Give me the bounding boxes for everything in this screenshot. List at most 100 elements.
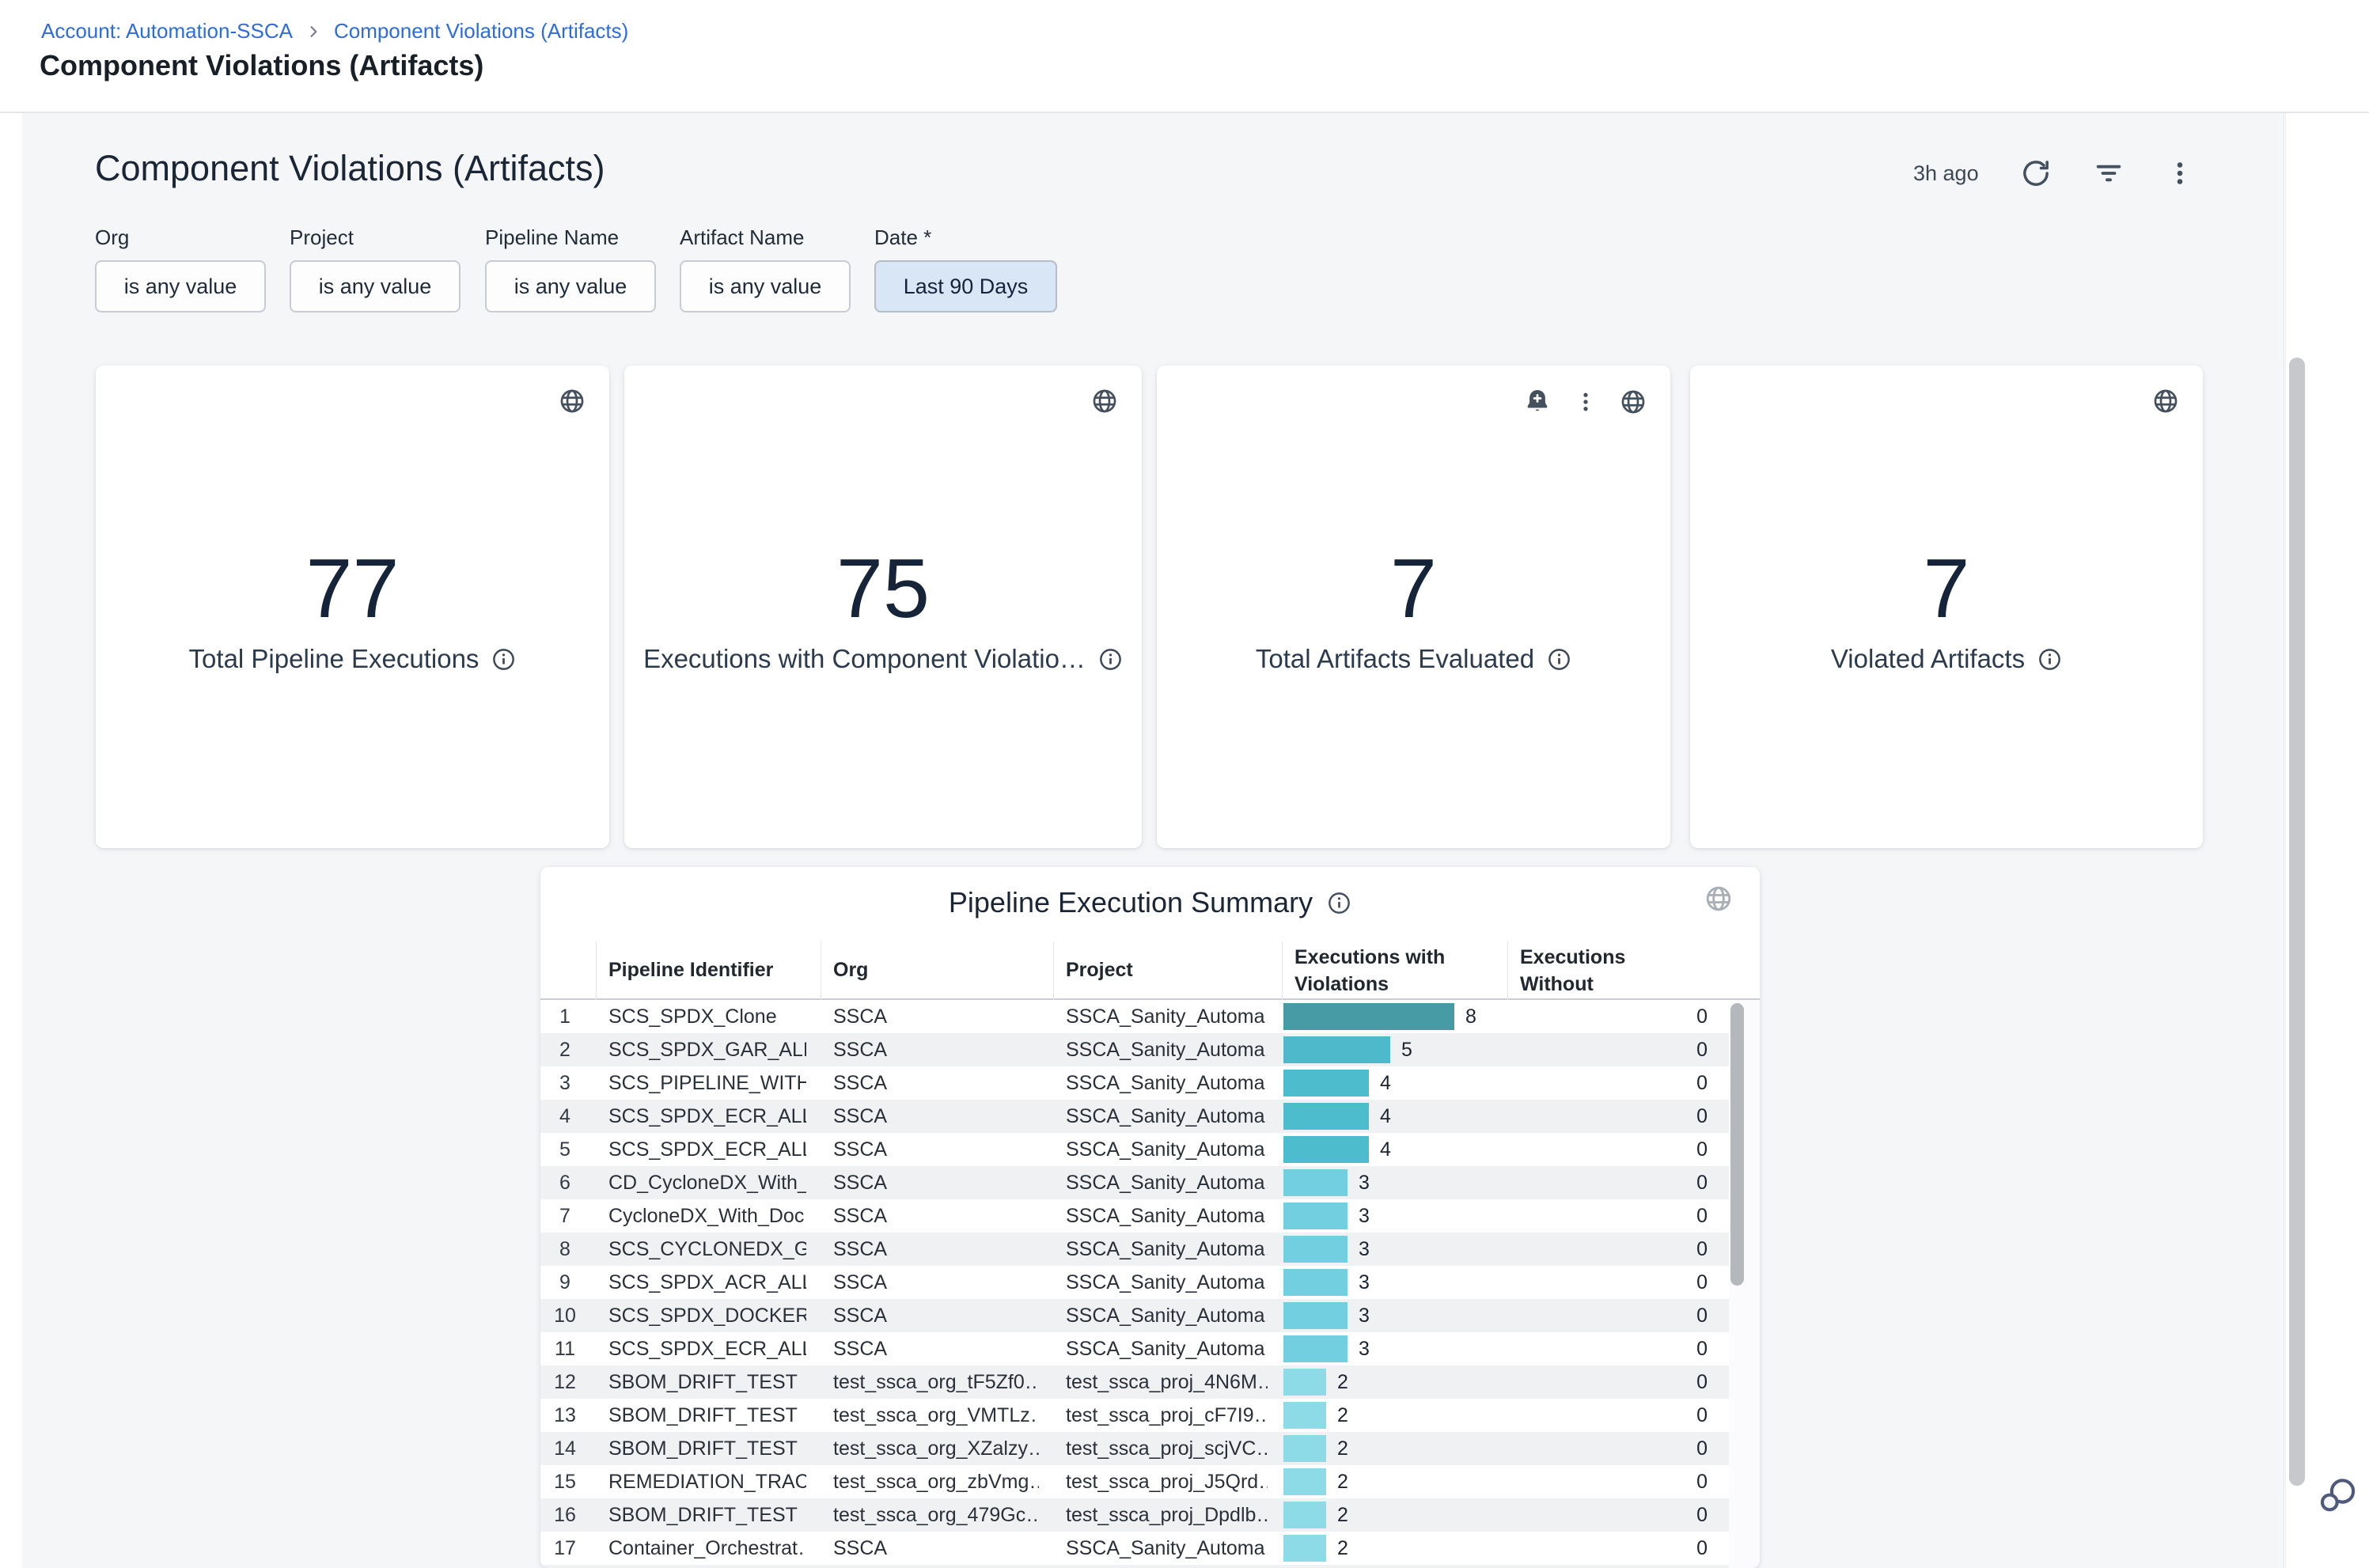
screen: Account: Automation-SSCA Component Viola… <box>0 0 2369 1568</box>
cell-org: test_ssca_org_XZalzy… <box>833 1432 1039 1465</box>
violations-bar <box>1283 1502 1326 1528</box>
table-row[interactable]: 3SCS_PIPELINE_WITH…SSCASSCA_Sanity_Autom… <box>540 1066 1729 1100</box>
breadcrumb: Account: Automation-SSCA Component Viola… <box>41 19 628 44</box>
table-row[interactable]: 6CD_CycloneDX_With_…SSCASSCA_Sanity_Auto… <box>540 1166 1729 1199</box>
violations-bar <box>1283 1435 1326 1462</box>
violations-bar <box>1283 1003 1454 1030</box>
cell-pipeline-identifier: SBOM_DRIFT_TEST <box>608 1432 806 1465</box>
cell-executions-without-violations: 0 <box>1696 1199 1708 1233</box>
table-row[interactable]: 15REMEDIATION_TRAC…test_ssca_org_zbVmg…t… <box>540 1465 1729 1498</box>
violations-bar <box>1283 1236 1347 1263</box>
row-index: 1 <box>540 1000 589 1033</box>
table-row[interactable]: 8SCS_CYCLONEDX_GA…SSCASSCA_Sanity_Automa… <box>540 1233 1729 1266</box>
table-row[interactable]: 7CycloneDX_With_Doc…SSCASSCA_Sanity_Auto… <box>540 1199 1729 1233</box>
globe-icon[interactable] <box>1620 388 1647 415</box>
globe-icon[interactable] <box>1704 884 1733 913</box>
table-title-row: Pipeline Execution Summary <box>540 886 1760 919</box>
violations-count: 2 <box>1337 1498 1348 1532</box>
cell-executions-without-violations: 0 <box>1696 1432 1708 1465</box>
info-icon[interactable] <box>1098 647 1123 672</box>
filter-icon[interactable] <box>2093 157 2125 189</box>
cell-pipeline-identifier: SCS_CYCLONEDX_GA… <box>608 1233 806 1266</box>
violations-count: 4 <box>1380 1066 1391 1100</box>
table-row[interactable]: 9SCS_SPDX_ACR_ALL…SSCASSCA_Sanity_Automa… <box>540 1266 1729 1299</box>
globe-icon[interactable] <box>1091 388 1118 415</box>
cell-executions-without-violations: 0 <box>1696 1100 1708 1133</box>
table-header: Pipeline Identifier Org Project Executio… <box>540 941 1760 1000</box>
breadcrumb-page-link[interactable]: Component Violations (Artifacts) <box>334 19 628 44</box>
violations-bar <box>1283 1335 1347 1362</box>
refresh-icon[interactable] <box>2020 157 2052 189</box>
table-row[interactable]: 1SCS_SPDX_CloneSSCASSCA_Sanity_Automa…80 <box>540 1000 1729 1033</box>
info-icon[interactable] <box>1327 891 1351 915</box>
filter-label: Artifact Name <box>680 225 851 260</box>
cell-pipeline-identifier: SCS_SPDX_DOCKER_… <box>608 1299 806 1332</box>
page-title: Component Violations (Artifacts) <box>40 49 483 82</box>
stat-value: 7 <box>1690 541 2203 637</box>
row-index: 8 <box>540 1233 589 1266</box>
table-row[interactable]: 14SBOM_DRIFT_TESTtest_ssca_org_XZalzy…te… <box>540 1432 1729 1465</box>
cell-pipeline-identifier: Container_Orchestrat… <box>608 1532 806 1565</box>
filter-label: Org <box>95 225 266 260</box>
globe-icon[interactable] <box>2152 388 2179 415</box>
table-row[interactable]: 11SCS_SPDX_ECR_ALL_…SSCASSCA_Sanity_Auto… <box>540 1332 1729 1365</box>
last-refreshed-label: 3h ago <box>1913 161 1979 186</box>
kebab-icon[interactable] <box>1574 390 1598 414</box>
violations-count: 4 <box>1380 1133 1391 1166</box>
cell-org: SSCA <box>833 1133 1039 1166</box>
row-index: 13 <box>540 1399 589 1432</box>
row-index: 10 <box>540 1299 589 1332</box>
cell-pipeline-identifier: SCS_SPDX_Clone <box>608 1000 806 1033</box>
violations-bar <box>1283 1535 1326 1562</box>
cell-project: SSCA_Sanity_Automa… <box>1066 1033 1268 1066</box>
filter-project-button[interactable]: is any value <box>290 260 461 312</box>
violations-count: 2 <box>1337 1399 1348 1432</box>
table-scrollbar-thumb[interactable] <box>1730 1003 1744 1286</box>
stat-card: 7Violated Artifacts <box>1690 365 2203 848</box>
filter-pipeline-name-button[interactable]: is any value <box>485 260 656 312</box>
kebab-menu-icon[interactable] <box>2166 159 2194 187</box>
breadcrumb-account-link[interactable]: Account: Automation-SSCA <box>41 19 293 44</box>
row-index: 17 <box>540 1532 589 1565</box>
table-row[interactable]: 10SCS_SPDX_DOCKER_…SSCASSCA_Sanity_Autom… <box>540 1299 1729 1332</box>
violations-bar <box>1283 1402 1326 1429</box>
globe-icon[interactable] <box>559 388 586 415</box>
filter-date-button[interactable]: Last 90 Days <box>874 260 1057 312</box>
card-actions <box>1523 388 1647 416</box>
filter-artifact-name-button[interactable]: is any value <box>680 260 851 312</box>
stat-label-row: Total Pipeline Executions <box>96 644 609 674</box>
cell-executions-without-violations: 0 <box>1696 1066 1708 1100</box>
cell-project: test_ssca_proj_J5Qrd… <box>1066 1465 1268 1498</box>
cell-executions-without-violations: 0 <box>1696 1266 1708 1299</box>
page-scrollbar-thumb[interactable] <box>2289 358 2305 1486</box>
bell-plus-icon[interactable] <box>1523 388 1552 416</box>
info-icon[interactable] <box>491 647 516 672</box>
cell-executions-without-violations: 0 <box>1696 1332 1708 1365</box>
violations-count: 8 <box>1465 1000 1476 1033</box>
filter-project: Projectis any value <box>290 225 461 312</box>
col-header-org: Org <box>833 941 868 998</box>
filter-org-button[interactable]: is any value <box>95 260 266 312</box>
cell-project: SSCA_Sanity_Automa… <box>1066 1266 1268 1299</box>
cell-project: SSCA_Sanity_Automa… <box>1066 1133 1268 1166</box>
table-row[interactable]: 5SCS_SPDX_ECR_ALL_…SSCASSCA_Sanity_Autom… <box>540 1133 1729 1166</box>
table-row[interactable]: 12SBOM_DRIFT_TESTtest_ssca_org_tF5Zf0…te… <box>540 1365 1729 1399</box>
row-index: 14 <box>540 1432 589 1465</box>
table-row[interactable]: 13SBOM_DRIFT_TESTtest_ssca_org_VMTLz…tes… <box>540 1399 1729 1432</box>
table-row[interactable]: 2SCS_SPDX_GAR_ALL…SSCASSCA_Sanity_Automa… <box>540 1033 1729 1066</box>
table-row[interactable]: 17Container_Orchestrat…SSCASSCA_Sanity_A… <box>540 1532 1729 1565</box>
info-icon[interactable] <box>1547 647 1571 672</box>
stat-value: 77 <box>96 541 609 637</box>
filter-pipeline-name: Pipeline Nameis any value <box>485 225 656 312</box>
cell-pipeline-identifier: CycloneDX_With_Doc… <box>608 1199 806 1233</box>
info-icon[interactable] <box>2037 647 2062 672</box>
cell-project: test_ssca_proj_cF7I9… <box>1066 1399 1268 1432</box>
table-row[interactable]: 4SCS_SPDX_ECR_ALL_…SSCASSCA_Sanity_Autom… <box>540 1100 1729 1133</box>
page-scrollbar-track <box>2285 113 2308 1568</box>
table-row[interactable]: 16SBOM_DRIFT_TESTtest_ssca_org_479Gc…tes… <box>540 1498 1729 1532</box>
violations-bar <box>1283 1269 1347 1296</box>
violations-count: 3 <box>1359 1166 1370 1199</box>
filter-date: Date *Last 90 Days <box>874 225 1057 312</box>
chat-help-icon[interactable] <box>2315 1473 2360 1517</box>
stat-card: 7Total Artifacts Evaluated <box>1157 365 1670 848</box>
